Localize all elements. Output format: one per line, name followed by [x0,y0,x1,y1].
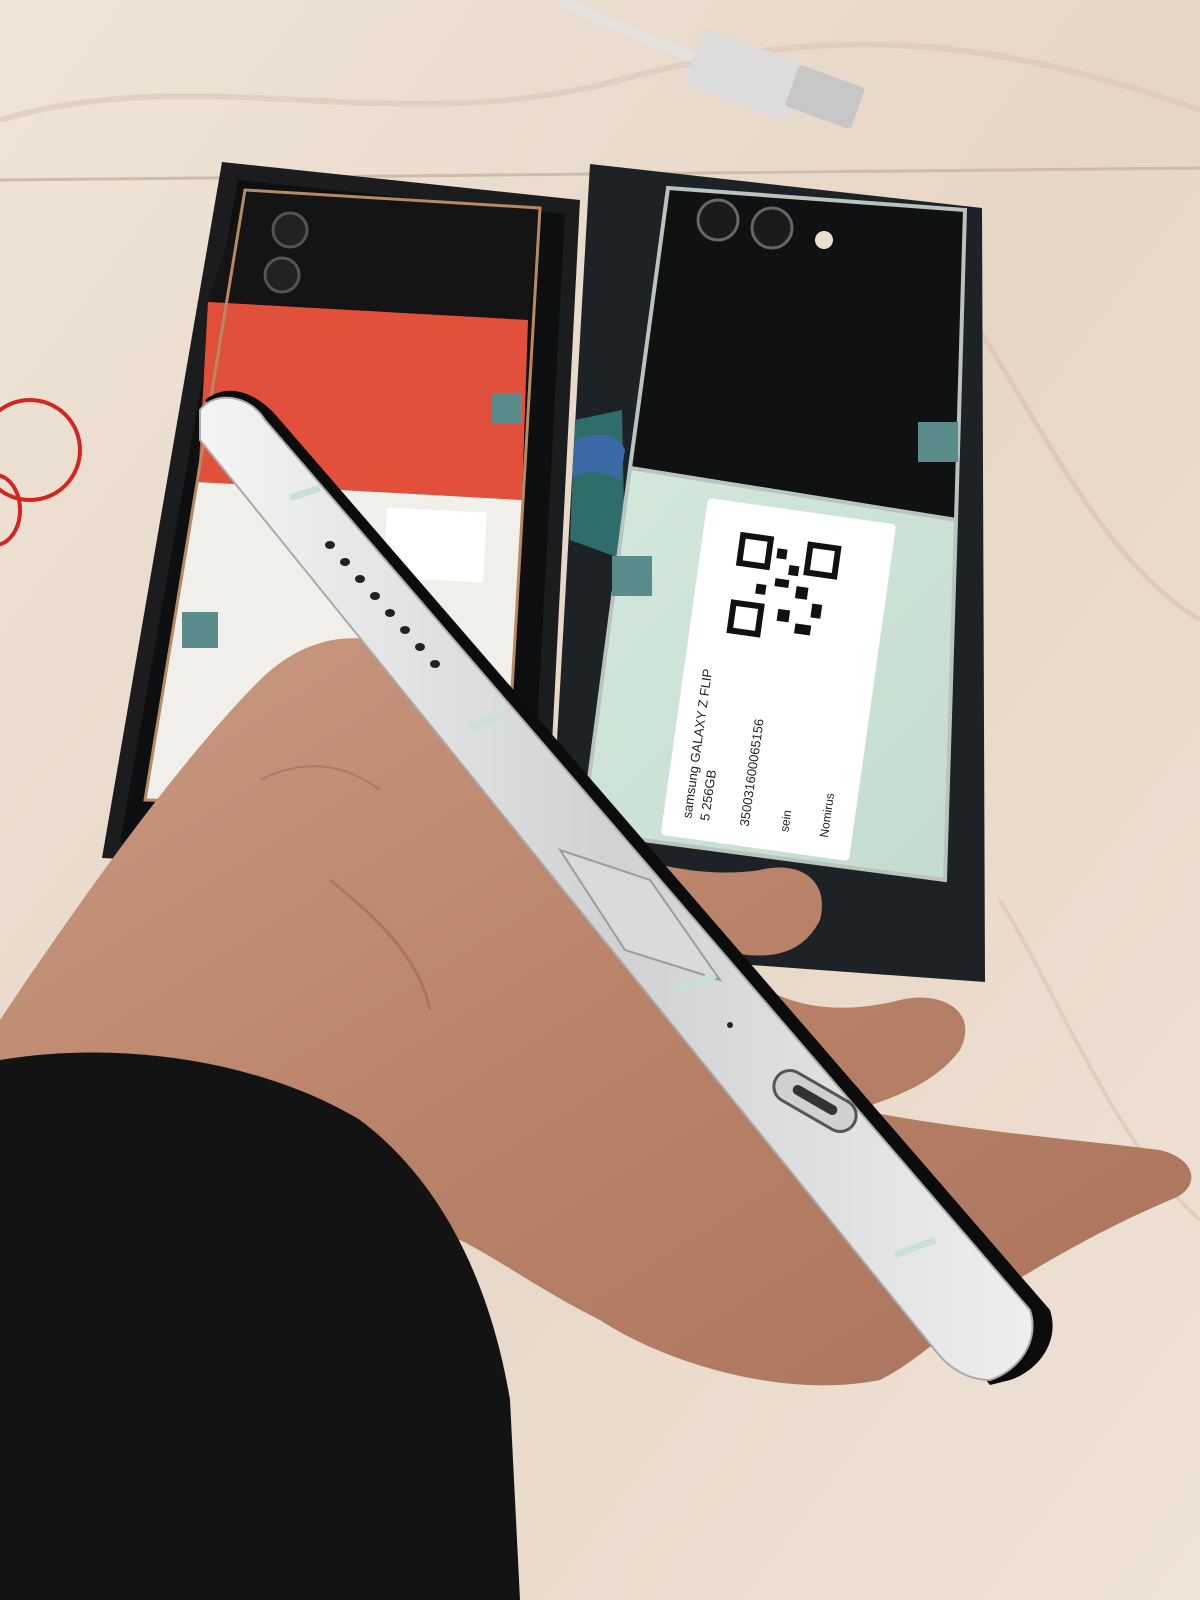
camera-lens [750,206,794,250]
camera-lens [696,198,740,242]
protective-sticker [182,612,218,648]
photo-scene: samsung GALAXY Z FLIP 5 256GB 3500316000… [0,0,1200,1600]
photo-canvas: samsung GALAXY Z FLIP 5 256GB 3500316000… [0,0,1200,1600]
camera-lens [263,256,301,294]
protective-sticker [612,556,652,596]
qr-code [726,531,842,646]
camera-flash [815,231,833,249]
protective-sticker [492,393,522,423]
protective-sticker [918,422,958,462]
microphone-hole [727,1022,733,1028]
camera-lens [271,211,309,249]
